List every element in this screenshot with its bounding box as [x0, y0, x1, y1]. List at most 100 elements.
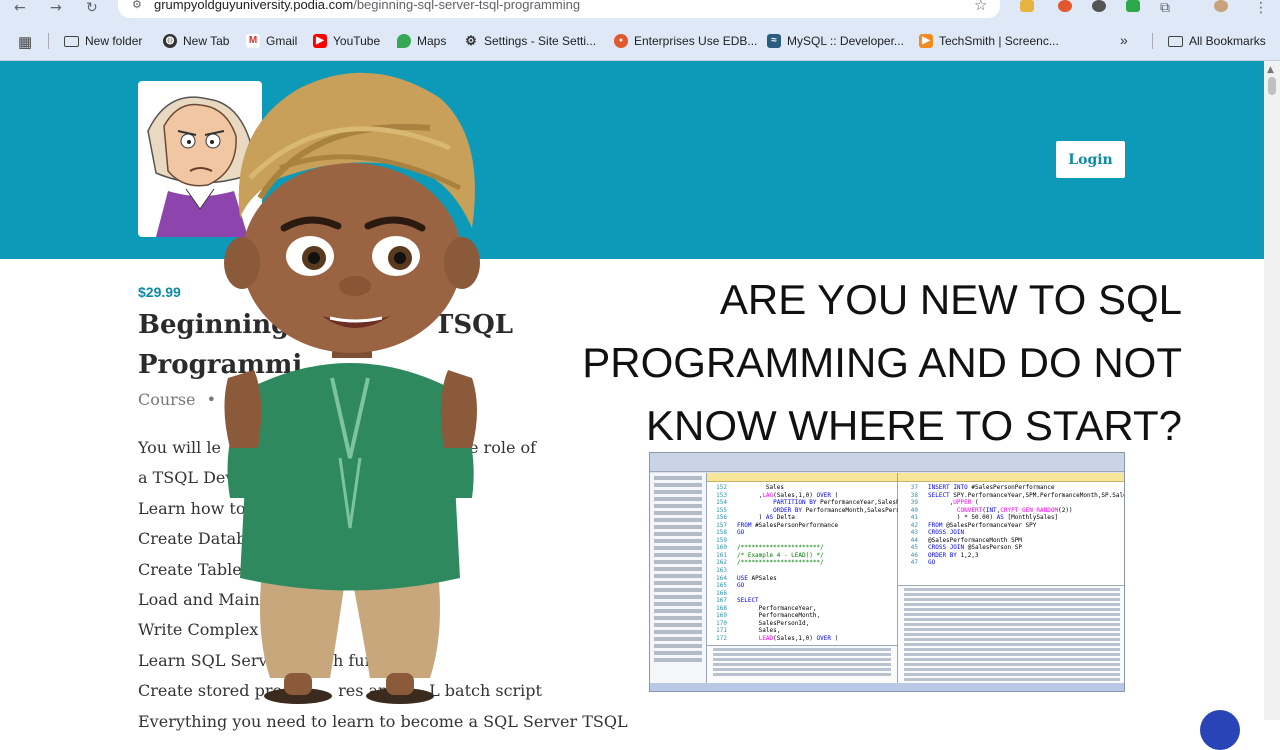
line-number: 170 [716, 619, 727, 627]
ssms-menu-bar [650, 453, 1124, 472]
bookmark-label: New Tab [183, 34, 230, 48]
back-icon[interactable]: ← [14, 0, 26, 16]
code-text: ) AS Delta [737, 514, 795, 522]
line-number: 167 [716, 597, 727, 605]
line-number: 46 [910, 551, 918, 559]
bookmarks-overflow-icon[interactable]: » [1120, 32, 1128, 48]
line-number: 44 [910, 536, 918, 544]
extension-icon[interactable] [1020, 0, 1034, 12]
extension-icon[interactable] [1092, 0, 1106, 12]
bookmark-youtube[interactable]: ▶ YouTube [313, 32, 380, 50]
maps-icon [397, 34, 411, 48]
bookmark-gmail[interactable]: M Gmail [246, 32, 297, 50]
code-text: ORDER BY 1,2,3 [928, 551, 979, 559]
bookmark-label: Gmail [266, 34, 298, 48]
code-text: PARTITION BY PerformanceYear,SalesPer [773, 499, 907, 507]
forward-icon[interactable]: → [50, 0, 62, 16]
code-line: 37 INSERT INTO #SalesPersonPerformance [898, 484, 1124, 492]
overlay-line-2: PROGRAMMING AND DO NOT [582, 339, 1182, 386]
bookmark-settings[interactable]: ⚙ Settings - Site Setti... [464, 32, 596, 50]
bookmark-techsmith[interactable]: ▶ TechSmith | Screenc... [919, 32, 1059, 50]
scrollbar-thumb[interactable] [1268, 77, 1276, 95]
page-scrollbar[interactable]: ▲ [1264, 61, 1280, 720]
line-number: 157 [716, 521, 727, 529]
code-text: INSERT INTO #SalesPersonPerformance [928, 484, 1055, 491]
star-icon[interactable]: ☆ [974, 0, 987, 14]
line-number: 45 [910, 544, 918, 552]
code-line: 169 PerformanceMonth, [707, 612, 897, 620]
bookmark-label: New folder [85, 34, 143, 48]
url-text[interactable]: grumpyoldguyuniversity.podia.com/beginni… [154, 0, 580, 12]
menu-kebab-icon[interactable]: ⋮ [1254, 0, 1268, 16]
line-number: 40 [910, 506, 918, 514]
line-number: 166 [716, 589, 727, 597]
cartoon-character [224, 72, 480, 704]
line-number: 38 [910, 491, 918, 499]
line-number: 154 [716, 499, 727, 507]
code-line: 165 GO [707, 582, 897, 590]
code-line: 160 /**********************/ [707, 544, 897, 552]
code-line: 168 PerformanceYear, [707, 605, 897, 613]
code-text: FROM @SalesPerformanceYear SPY [928, 521, 1037, 529]
line-number: 41 [910, 514, 918, 522]
overlay-line-1: ARE YOU NEW TO SQL [719, 276, 1182, 323]
code-line: 39 ,UPPER ( [898, 499, 1124, 507]
bookmark-label: Settings - Site Setti... [484, 34, 597, 48]
line-number: 158 [716, 529, 727, 537]
gmail-icon: M [246, 34, 260, 48]
scroll-up-icon[interactable]: ▲ [1267, 65, 1274, 75]
line-number: 162 [716, 559, 727, 567]
line-number: 153 [716, 491, 727, 499]
apps-grid-icon[interactable]: ▦ [18, 33, 32, 51]
code-line: 164 USE APSales [707, 575, 897, 583]
divider [48, 33, 49, 49]
query-editor-left: 152 Sales 153 ,LAG(Sales,1,0) OVER (154 P… [707, 473, 907, 686]
login-button[interactable]: Login [1056, 141, 1125, 178]
code-text: ORDER BY PerformanceMonth,SalesPerson [773, 506, 907, 514]
extensions-puzzle-icon[interactable]: ⧉ [1160, 0, 1170, 16]
bookmarks-bar: ▦ New folder ◍ New Tab M Gmail ▶ YouTube… [0, 22, 1280, 61]
code-line: 161 /* Example 4 - LEAD() */ [707, 552, 897, 560]
line-number: 156 [716, 514, 727, 522]
code-line: 172 LEAD(Sales,1,0) OVER ( [707, 635, 897, 643]
all-bookmarks[interactable]: All Bookmarks [1168, 32, 1266, 50]
techsmith-icon: ▶ [919, 34, 933, 48]
bookmark-new-tab[interactable]: ◍ New Tab [163, 32, 229, 50]
code-line: 157 FROM #SalesPersonPerformance [707, 522, 897, 530]
code-line: 45 CROSS JOIN @SalesPerson SP [898, 544, 1124, 552]
gear-icon: ⚙ [465, 33, 477, 48]
code-text: FROM #SalesPersonPerformance [737, 521, 839, 529]
code-text: GO [737, 529, 745, 537]
bookmark-edb[interactable]: ● Enterprises Use EDB... [614, 32, 757, 50]
profile-avatar[interactable] [1214, 0, 1228, 12]
extension-icon[interactable] [1058, 0, 1072, 12]
code-block: 152 Sales 153 ,LAG(Sales,1,0) OVER (154 P… [707, 482, 907, 643]
code-line: 152 Sales [707, 484, 897, 492]
site-info-icon[interactable]: ⚙ [132, 0, 142, 11]
extension-icon[interactable] [1126, 0, 1140, 12]
line-number: 47 [910, 559, 918, 567]
bookmark-label: TechSmith | Screenc... [939, 34, 1059, 48]
reload-icon[interactable]: ↻ [86, 0, 98, 16]
bookmark-mysql[interactable]: ≈ MySQL :: Developer... [767, 32, 904, 50]
folder-icon [64, 35, 79, 47]
bookmark-new-folder[interactable]: New folder [64, 32, 142, 50]
bookmark-label: Maps [417, 34, 447, 48]
results-grid [707, 645, 897, 686]
code-text: CROSS JOIN @SalesPerson SP [928, 544, 1022, 552]
line-number: 172 [716, 634, 727, 642]
url-host: grumpyoldguyuniversity.podia.com [154, 0, 354, 12]
code-text: PerformanceYear, [737, 604, 817, 612]
chat-bubble-button[interactable] [1200, 710, 1240, 750]
edb-icon: ● [614, 34, 628, 48]
editor-tab [707, 473, 897, 482]
globe-icon: ◍ [163, 34, 177, 48]
url-bar[interactable]: ⚙ grumpyoldguyuniversity.podia.com/begin… [118, 0, 1000, 18]
code-block: 37 INSERT INTO #SalesPersonPerformance 38 S… [898, 482, 1124, 567]
bookmark-maps[interactable]: Maps [397, 32, 446, 50]
code-line: 46 ORDER BY 1,2,3 [898, 551, 1124, 560]
line-number: 37 [910, 484, 918, 491]
code-text: USE APSales [737, 574, 777, 582]
code-line: 170 SalesPersonId, [707, 620, 897, 628]
code-line: 163 [707, 567, 897, 575]
